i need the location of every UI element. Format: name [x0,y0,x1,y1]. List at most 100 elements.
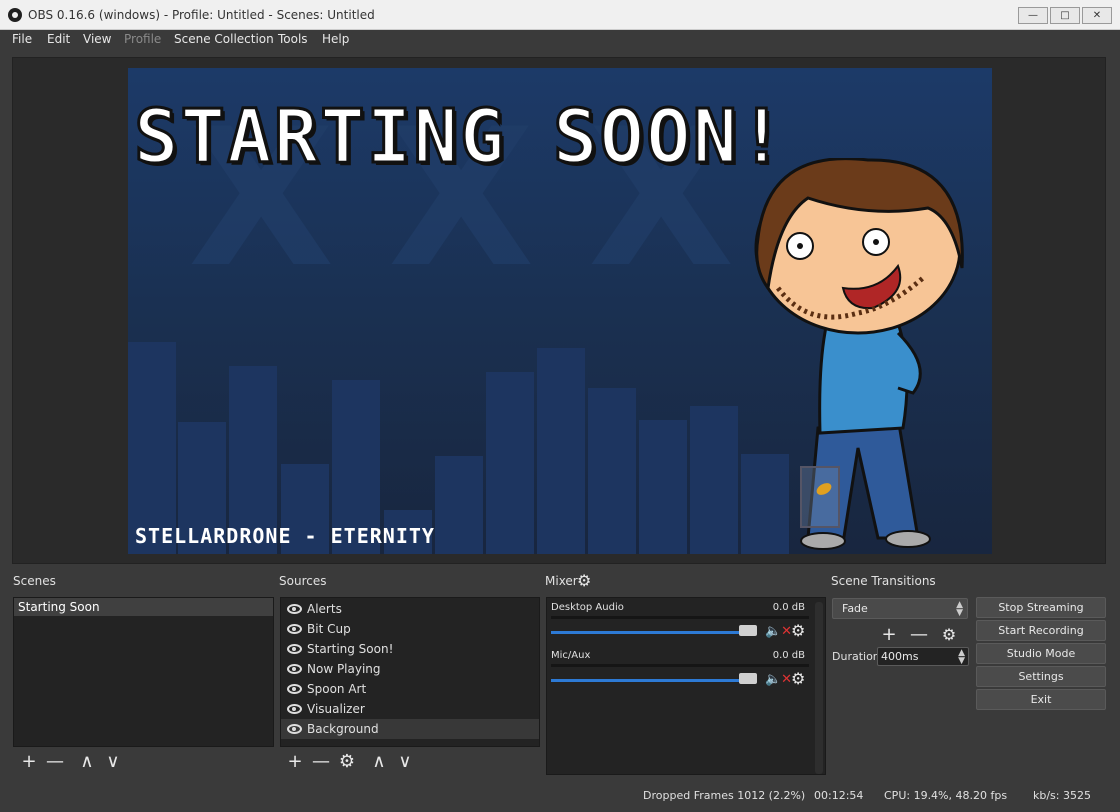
muted-speaker-icon[interactable]: 🔈✕ [765,624,792,639]
volume-slider[interactable] [551,631,741,634]
bit-cup-image [800,466,840,528]
building-shape [639,420,687,554]
duration-label: Duration [832,650,880,663]
menu-profile[interactable]: Profile [124,32,161,46]
maximize-button[interactable]: □ [1050,7,1080,24]
move-source-up-button[interactable]: ∧ [366,748,392,774]
exit-button[interactable]: Exit [976,689,1106,710]
channel-settings-gear-icon[interactable]: ⚙ [791,669,805,688]
mixer-scrollbar[interactable] [815,602,823,774]
mixer-title: Mixer [545,574,578,588]
transition-properties-gear-icon[interactable]: ⚙ [936,621,962,647]
building-shape [690,406,738,554]
source-properties-gear-icon[interactable]: ⚙ [334,748,360,774]
scenes-list[interactable]: Starting Soon [13,597,274,747]
bitrate-status: kb/s: 3525 [1033,789,1091,802]
menu-file[interactable]: File [12,32,32,46]
sources-toolbar: + — ⚙ ∧ ∨ [282,747,418,775]
source-label: Bit Cup [307,622,351,636]
building-shape [486,372,534,554]
source-label: Spoon Art [307,682,367,696]
source-item[interactable]: Alerts [281,599,539,619]
menu-bar: File Edit View Profile Scene Collection … [0,30,1120,50]
add-scene-button[interactable]: + [16,748,42,774]
move-source-down-button[interactable]: ∨ [392,748,418,774]
dropped-frames-status: Dropped Frames 1012 (2.2%) [643,789,806,802]
source-item[interactable]: Now Playing [281,659,539,679]
visibility-eye-icon[interactable] [287,684,302,694]
cartoon-character-illustration [754,158,964,550]
source-label: Now Playing [307,662,381,676]
sources-title: Sources [279,574,327,588]
add-source-button[interactable]: + [282,748,308,774]
scene-item[interactable]: Starting Soon [14,598,273,616]
settings-button[interactable]: Settings [976,666,1106,687]
remove-source-button[interactable]: — [308,748,334,774]
starting-soon-headline: STARTING SOON! [133,93,786,182]
channel-db: 0.0 dB [772,602,805,613]
source-label: Background [307,722,379,736]
visibility-eye-icon[interactable] [287,604,302,614]
volume-meter [551,616,809,619]
mixer-panel: Desktop Audio 0.0 dB 🔈✕ ⚙ Mic/Aux 0.0 dB… [546,597,826,775]
source-label: Starting Soon! [307,642,394,656]
volume-slider-handle[interactable] [739,625,757,636]
stop-streaming-button[interactable]: Stop Streaming [976,597,1106,618]
start-recording-button[interactable]: Start Recording [976,620,1106,641]
visibility-eye-icon[interactable] [287,624,302,634]
transition-toolbar: + — ⚙ [876,620,962,648]
source-item[interactable]: Spoon Art [281,679,539,699]
menu-tools[interactable]: Tools [278,32,308,46]
scenes-toolbar: + — ∧ ∨ [16,747,126,775]
duration-value: 400ms [881,650,919,663]
source-label: Alerts [307,602,342,616]
window-title: OBS 0.16.6 (windows) - Profile: Untitled… [28,8,375,22]
menu-help[interactable]: Help [322,32,349,46]
source-item[interactable]: Visualizer [281,699,539,719]
source-item[interactable]: Bit Cup [281,619,539,639]
status-bar: Dropped Frames 1012 (2.2%) 00:12:54 CPU:… [0,784,1120,812]
source-label: Visualizer [307,702,365,716]
muted-speaker-icon[interactable]: 🔈✕ [765,672,792,687]
studio-mode-button[interactable]: Studio Mode [976,643,1106,664]
spinner-arrows-icon: ▲ ▼ [958,648,965,666]
minimize-button[interactable]: — [1018,7,1048,24]
building-shape [588,388,636,554]
visibility-eye-icon[interactable] [287,724,302,734]
transition-select[interactable]: Fade ▲ ▼ [832,598,968,619]
building-shape [128,342,176,554]
preview-canvas[interactable]: X X X STARTING SOON! STELLARDRONE - ETER… [128,68,992,554]
now-playing-text: STELLARDRONE - ETERNITY [135,524,435,548]
move-scene-down-button[interactable]: ∨ [100,748,126,774]
channel-name: Mic/Aux [551,650,591,661]
transition-select-value: Fade [842,602,868,615]
cpu-fps-status: CPU: 19.4%, 48.20 fps [884,789,1008,802]
volume-meter [551,664,809,667]
mixer-settings-gear-icon[interactable]: ⚙ [577,571,591,590]
remove-transition-button[interactable]: — [906,621,932,647]
sources-list[interactable]: Alerts Bit Cup Starting Soon! Now Playin… [280,597,540,747]
menu-edit[interactable]: Edit [47,32,70,46]
volume-slider-handle[interactable] [739,673,757,684]
add-transition-button[interactable]: + [876,621,902,647]
source-item[interactable]: Starting Soon! [281,639,539,659]
visibility-eye-icon[interactable] [287,664,302,674]
spinner-arrows-icon: ▲ ▼ [956,600,963,618]
source-item[interactable]: Background [281,719,539,739]
building-shape [435,456,483,554]
stream-time-status: 00:12:54 [814,789,864,802]
channel-settings-gear-icon[interactable]: ⚙ [791,621,805,640]
menu-scene-collection[interactable]: Scene Collection [174,32,274,46]
duration-spinbox[interactable]: 400ms ▲ ▼ [877,647,969,666]
menu-view[interactable]: View [83,32,111,46]
visibility-eye-icon[interactable] [287,644,302,654]
visibility-eye-icon[interactable] [287,704,302,714]
remove-scene-button[interactable]: — [42,748,68,774]
scene-transitions-title: Scene Transitions [831,574,936,588]
close-button[interactable]: ✕ [1082,7,1112,24]
channel-db: 0.0 dB [772,650,805,661]
volume-slider[interactable] [551,679,741,682]
move-scene-up-button[interactable]: ∧ [74,748,100,774]
scenes-title: Scenes [13,574,56,588]
building-shape [537,348,585,554]
